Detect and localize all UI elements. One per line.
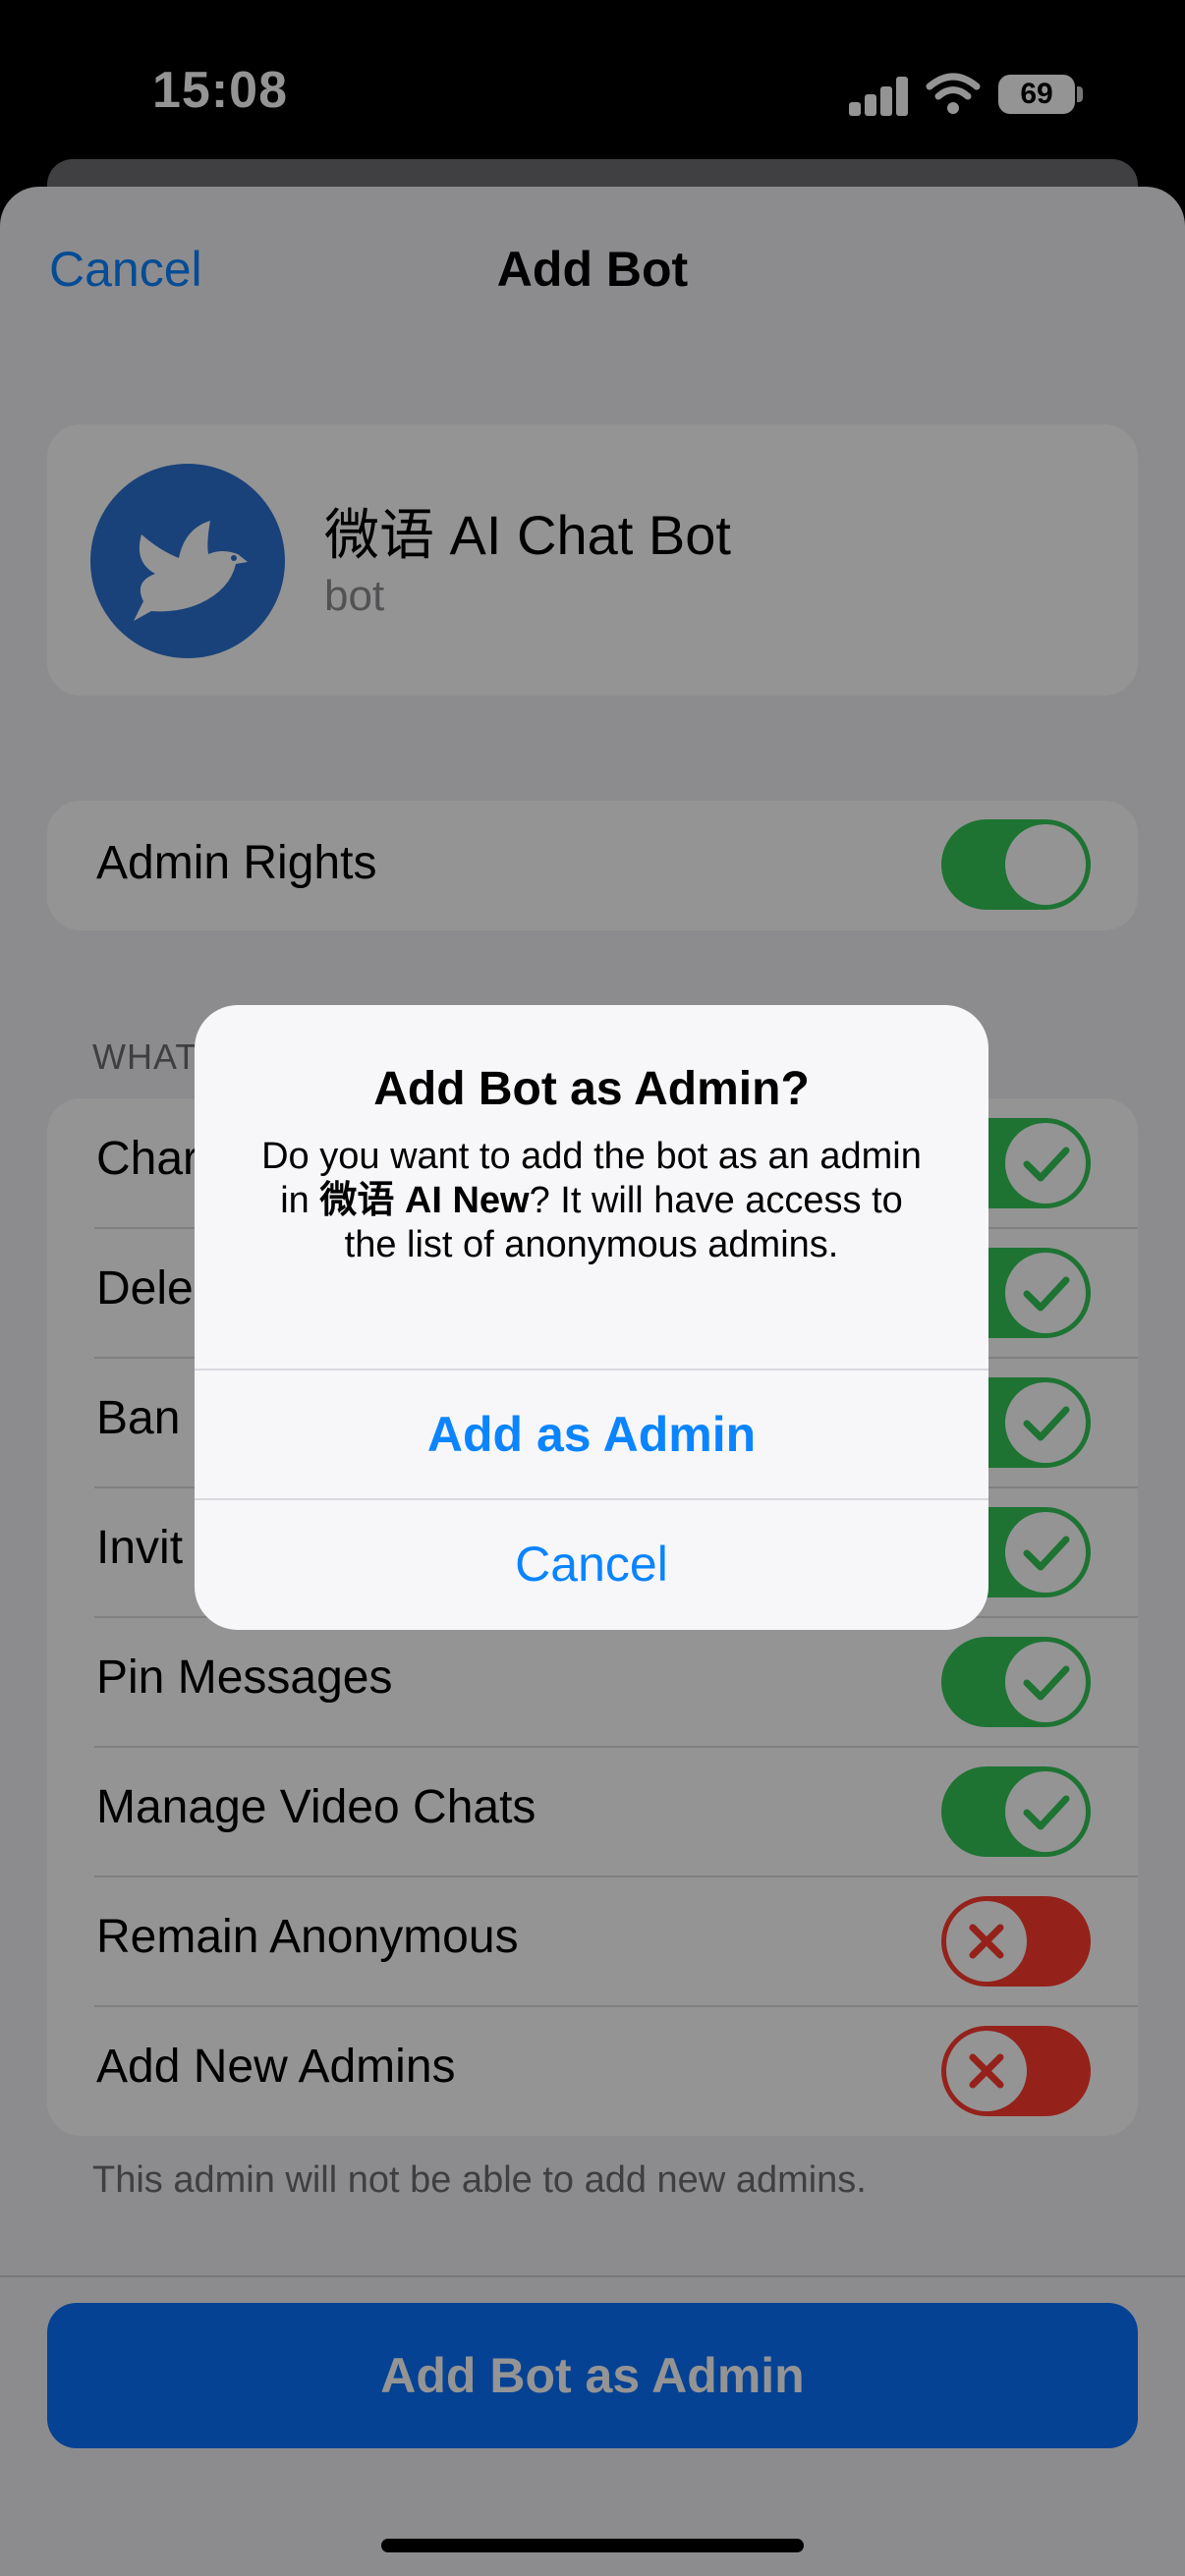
add-as-admin-button[interactable]: Add as Admin bbox=[195, 1371, 988, 1498]
alert-message: Do you want to add the bot as an admin i… bbox=[254, 1135, 930, 1267]
alert-dialog: Add Bot as Admin? Do you want to add the… bbox=[195, 1005, 988, 1630]
alert-cancel-button[interactable]: Cancel bbox=[195, 1500, 988, 1628]
home-indicator bbox=[381, 2539, 804, 2552]
alert-title: Add Bot as Admin? bbox=[373, 1063, 810, 1115]
alert-group-name: 微语 AI New bbox=[319, 1180, 530, 1221]
